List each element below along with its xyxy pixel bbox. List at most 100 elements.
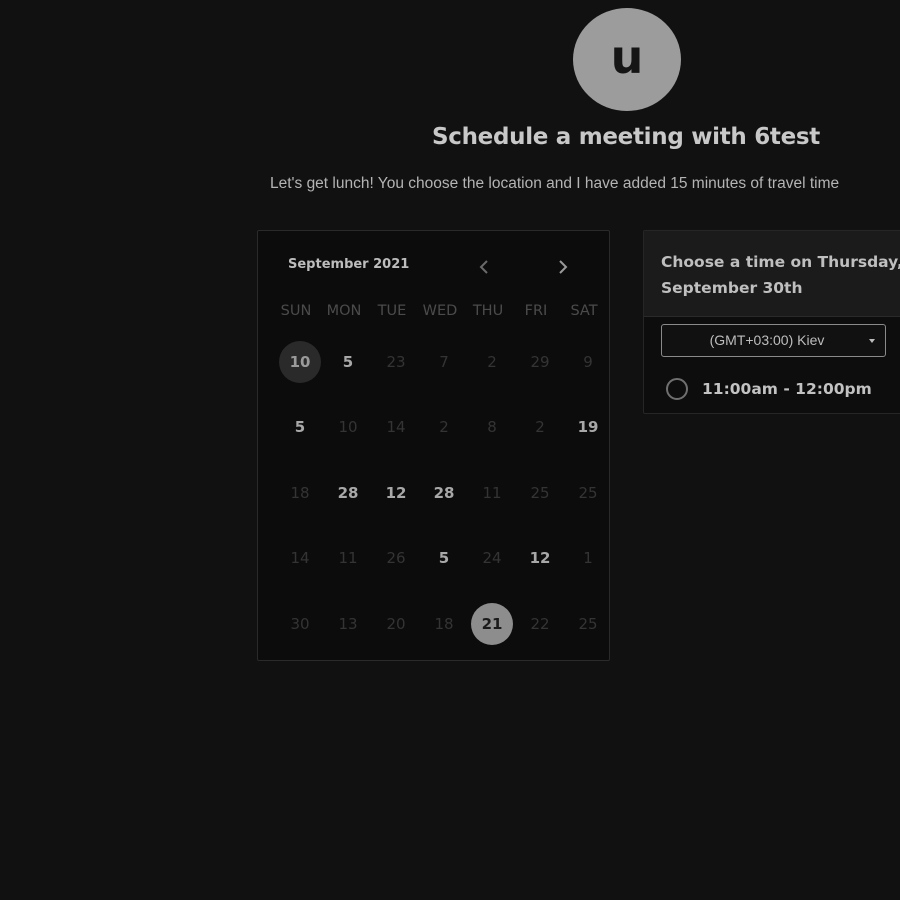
calendar-day-number: 25	[578, 614, 598, 633]
calendar-day: 18	[420, 603, 468, 645]
calendar-day: 2	[420, 406, 468, 448]
calendar-day-selected[interactable]: 21	[468, 602, 516, 645]
calendar-day-number: 22	[530, 614, 550, 633]
calendar-day[interactable]: 12	[372, 472, 420, 514]
next-month-button[interactable]	[553, 256, 573, 278]
calendar-day-number: 11	[338, 549, 358, 568]
calendar-day-number: 8	[487, 418, 497, 437]
calendar-day-number: 18	[290, 483, 310, 502]
calendar-week-row: 14 11 26 5 24 12 1	[276, 526, 609, 592]
calendar-day[interactable]: 5	[324, 341, 372, 383]
weekday-label: FRI	[524, 303, 548, 319]
calendar-day-number: 9	[583, 352, 593, 371]
calendar-day-number: 7	[439, 352, 449, 371]
calendar-day-number: 25	[578, 483, 598, 502]
calendar-week-row: 18 28 12 28 11 25 25	[276, 460, 609, 526]
calendar-day-number: 18	[434, 614, 454, 633]
calendar-day-number: 5	[342, 352, 354, 371]
chevron-left-icon	[479, 260, 488, 274]
calendar-day: 22	[516, 603, 564, 645]
calendar-day: 24	[468, 537, 516, 579]
calendar-day-number: 10	[279, 340, 321, 383]
weekday-header-row: SUN MON TUE WED THU FRI SAT	[272, 303, 608, 319]
previous-month-button[interactable]	[474, 256, 494, 278]
calendar-day: 1	[564, 537, 609, 579]
calendar-day-number: 30	[290, 614, 310, 633]
calendar-day-number: 14	[386, 418, 406, 437]
calendar-day-number: 20	[386, 614, 406, 633]
calendar-month-label: September 2021	[288, 257, 410, 272]
calendar-day-number: 2	[487, 352, 497, 371]
calendar-day-number: 21	[471, 602, 513, 645]
calendar-day-today[interactable]: 10	[276, 340, 324, 383]
weekday-label: SAT	[570, 303, 598, 319]
calendar-day: 9	[564, 341, 609, 383]
calendar-day-number: 25	[530, 483, 550, 502]
weekday-label: MON	[326, 303, 362, 319]
caret-down-icon	[869, 339, 875, 343]
calendar-day-number: 11	[482, 483, 502, 502]
weekday-label: TUE	[377, 303, 407, 319]
weekday-label: THU	[472, 303, 504, 319]
calendar-day-number: 10	[338, 418, 358, 437]
calendar-day: 18	[276, 472, 324, 514]
calendar-day: 25	[564, 472, 609, 514]
weekday-label: WED	[422, 303, 458, 319]
calendar-day-number: 13	[338, 614, 358, 633]
page-title: Schedule a meeting with 6test	[431, 124, 820, 150]
calendar-day-number: 1	[583, 549, 593, 568]
calendar-day-number: 5	[294, 418, 306, 437]
calendar-day: 25	[564, 603, 609, 645]
time-selection-panel: Choose a time on Thursday, September 30t…	[643, 230, 900, 414]
calendar-day: 25	[516, 472, 564, 514]
calendar-day[interactable]: 28	[420, 472, 468, 514]
time-slot-option[interactable]: 11:00am - 12:00pm	[644, 365, 900, 413]
calendar-day-number: 28	[337, 483, 359, 502]
calendar-day[interactable]: 19	[564, 406, 609, 448]
calendar-day[interactable]: 28	[324, 472, 372, 514]
calendar-day: 11	[468, 472, 516, 514]
calendar-day: 14	[276, 537, 324, 579]
radio-unchecked-icon[interactable]	[666, 378, 688, 400]
scheduling-page: u Schedule a meeting with 6test Let's ge…	[0, 0, 900, 900]
time-panel-heading: Choose a time on Thursday, September 30t…	[661, 253, 900, 297]
calendar-day[interactable]: 5	[420, 537, 468, 579]
calendar-day: 20	[372, 603, 420, 645]
calendar-day: 8	[468, 406, 516, 448]
calendar-day[interactable]: 5	[276, 406, 324, 448]
calendar-day-number: 2	[439, 418, 449, 437]
calendar-day: 7	[420, 341, 468, 383]
calendar-day: 11	[324, 537, 372, 579]
calendar-day-number: 28	[433, 483, 455, 502]
calendar-day-number: 12	[529, 549, 551, 568]
weekday-label: SUN	[280, 303, 312, 319]
calendar-day-number: 14	[290, 549, 310, 568]
calendar-day[interactable]: 12	[516, 537, 564, 579]
avatar: u	[573, 8, 681, 111]
calendar-day-number: 29	[530, 352, 550, 371]
calendar-week-row: 10 5 23 7 2 29 9	[276, 329, 609, 395]
calendar-day-number: 2	[535, 418, 545, 437]
meeting-description: Let's get lunch! You choose the location…	[270, 175, 840, 192]
calendar-day-number: 24	[482, 549, 502, 568]
calendar-day: 2	[516, 406, 564, 448]
calendar-day: 23	[372, 341, 420, 383]
calendar-day: 13	[324, 603, 372, 645]
calendar-day-number: 23	[386, 352, 406, 371]
timezone-selected-value: (GMT+03:00) Kiev	[709, 332, 825, 348]
calendar-week-row: 30 13 20 18 21 22 25	[276, 591, 609, 657]
time-panel-header: Choose a time on Thursday, September 30t…	[644, 231, 900, 317]
calendar-day-number: 12	[385, 483, 407, 502]
calendar-day-number: 19	[577, 418, 599, 437]
calendar-day: 26	[372, 537, 420, 579]
time-slot-label: 11:00am - 12:00pm	[702, 380, 872, 398]
avatar-initial: u	[610, 29, 644, 84]
calendar-day-number: 5	[438, 549, 450, 568]
calendar-day-grid: 10 5 23 7 2 29 9 5 10 14 2 8 2 19 18 28 12 28 11 25 25 14 11 26…	[276, 329, 609, 657]
chevron-right-icon	[559, 260, 568, 274]
calendar-day: 29	[516, 341, 564, 383]
calendar-day-number: 26	[386, 549, 406, 568]
calendar-day: 10	[324, 406, 372, 448]
timezone-select[interactable]: (GMT+03:00) Kiev	[661, 324, 886, 357]
calendar-week-row: 5 10 14 2 8 2 19	[276, 395, 609, 461]
